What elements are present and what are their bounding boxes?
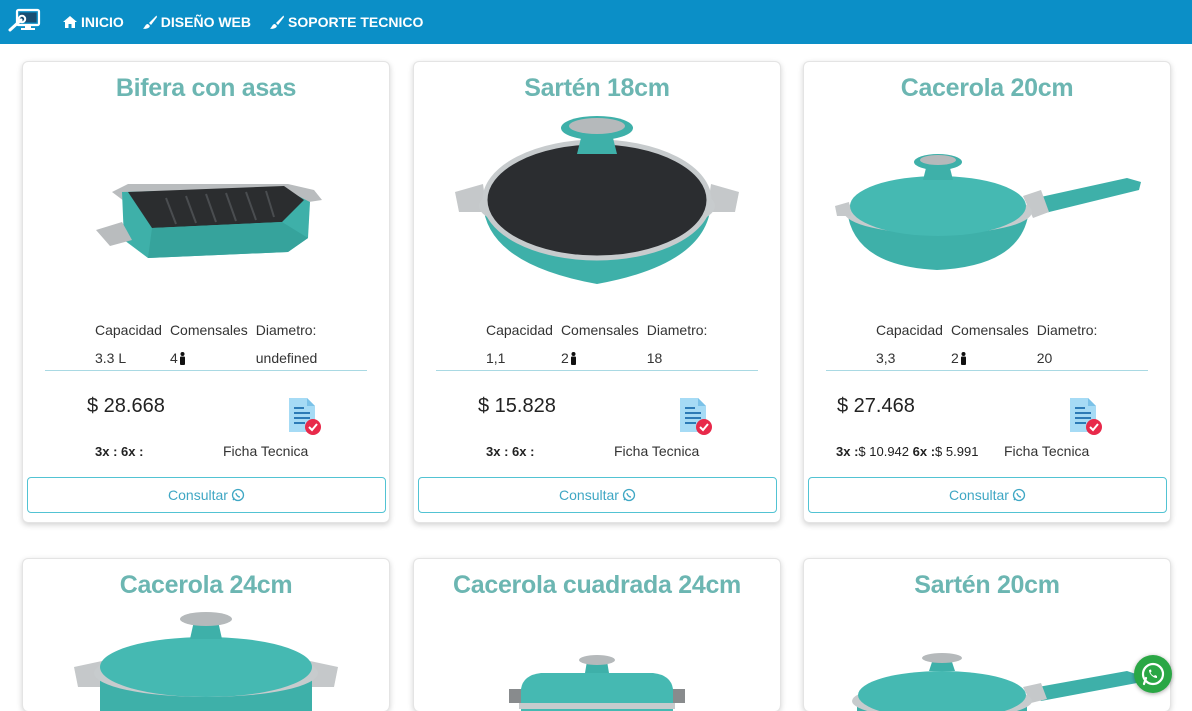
product-title: Cacerola cuadrada 24cm [452,571,741,599]
ficha-tecnica-link[interactable]: Ficha Tecnica [223,443,308,459]
whatsapp-icon [622,488,636,502]
capacidad-label: Capacidad [876,322,943,338]
diametro-value: 18 [646,350,663,366]
product-title: Sartén 20cm [914,571,1060,599]
person-icon [960,351,966,365]
product-image [414,114,780,294]
product-card: Cacerola 24cm [22,558,390,711]
product-image [414,655,780,711]
ficha-tecnica-link[interactable]: Ficha Tecnica [614,443,699,459]
capacidad-label: Capacidad [486,322,553,338]
capacidad-value: 3.3 L [95,350,127,366]
person-icon [179,351,185,365]
product-price: $ 28.668 [87,395,165,417]
whatsapp-icon [1012,488,1026,502]
product-image [804,150,1170,280]
whatsapp-icon [1141,662,1165,686]
product-title: Cacerola 20cm [900,74,1074,102]
product-card: Sartén 18cm Capacidad 1,1 Comensales 2 D… [413,61,781,523]
product-card: Sartén 20cm [803,558,1171,711]
diametro-value: 20 [1036,350,1053,366]
installments: 3x :$ 10.942 6x :$ 5.991 [836,444,979,459]
product-grid: Bifera con asas Capacidad 3.3 L Comensal… [0,0,1192,711]
ficha-tecnica-icon[interactable] [285,396,323,436]
ficha-tecnica-icon[interactable] [1066,396,1104,436]
comensales-label: Comensales [560,322,639,338]
whatsapp-float-button[interactable] [1134,655,1172,693]
product-title: Bifera con asas [115,74,297,102]
product-card: Cacerola 20cm Capacidad 3,3 Comensales 2… [803,61,1171,523]
comensales-value: 4 [169,350,178,366]
product-specs: Capacidad 3,3 Comensales 2 Diametro: 20 [876,322,1105,370]
diametro-label: Diametro: [1036,322,1098,338]
divider [436,370,758,371]
diametro-label: Diametro: [646,322,708,338]
diametro-value: undefined [255,350,318,366]
consultar-button[interactable]: Consultar [418,477,777,513]
capacidad-label: Capacidad [95,322,162,338]
consultar-button[interactable]: Consultar [27,477,386,513]
product-card: Bifera con asas Capacidad 3.3 L Comensal… [22,61,390,523]
product-specs: Capacidad 1,1 Comensales 2 Diametro: 18 [486,322,715,370]
whatsapp-icon [231,488,245,502]
product-title: Sartén 18cm [524,74,670,102]
divider [826,370,1148,371]
consultar-button[interactable]: Consultar [808,477,1167,513]
person-icon [570,351,576,365]
divider [45,370,367,371]
product-image [23,611,389,711]
comensales-label: Comensales [169,322,248,338]
comensales-label: Comensales [950,322,1029,338]
comensales-value: 2 [560,350,569,366]
ficha-tecnica-icon[interactable] [676,396,714,436]
product-price: $ 15.828 [478,395,556,417]
product-image [804,653,1170,711]
product-card: Cacerola cuadrada 24cm [413,558,781,711]
ficha-tecnica-link[interactable]: Ficha Tecnica [1004,443,1089,459]
product-specs: Capacidad 3.3 L Comensales 4 Diametro: u… [95,322,325,370]
product-title: Cacerola 24cm [119,571,293,599]
diametro-label: Diametro: [255,322,317,338]
comensales-value: 2 [950,350,959,366]
installments: 3x : 6x : [486,444,535,459]
installments: 3x : 6x : [95,444,144,459]
product-price: $ 27.468 [837,395,915,417]
capacidad-value: 3,3 [876,350,896,366]
capacidad-value: 1,1 [486,350,506,366]
product-image [23,152,389,272]
